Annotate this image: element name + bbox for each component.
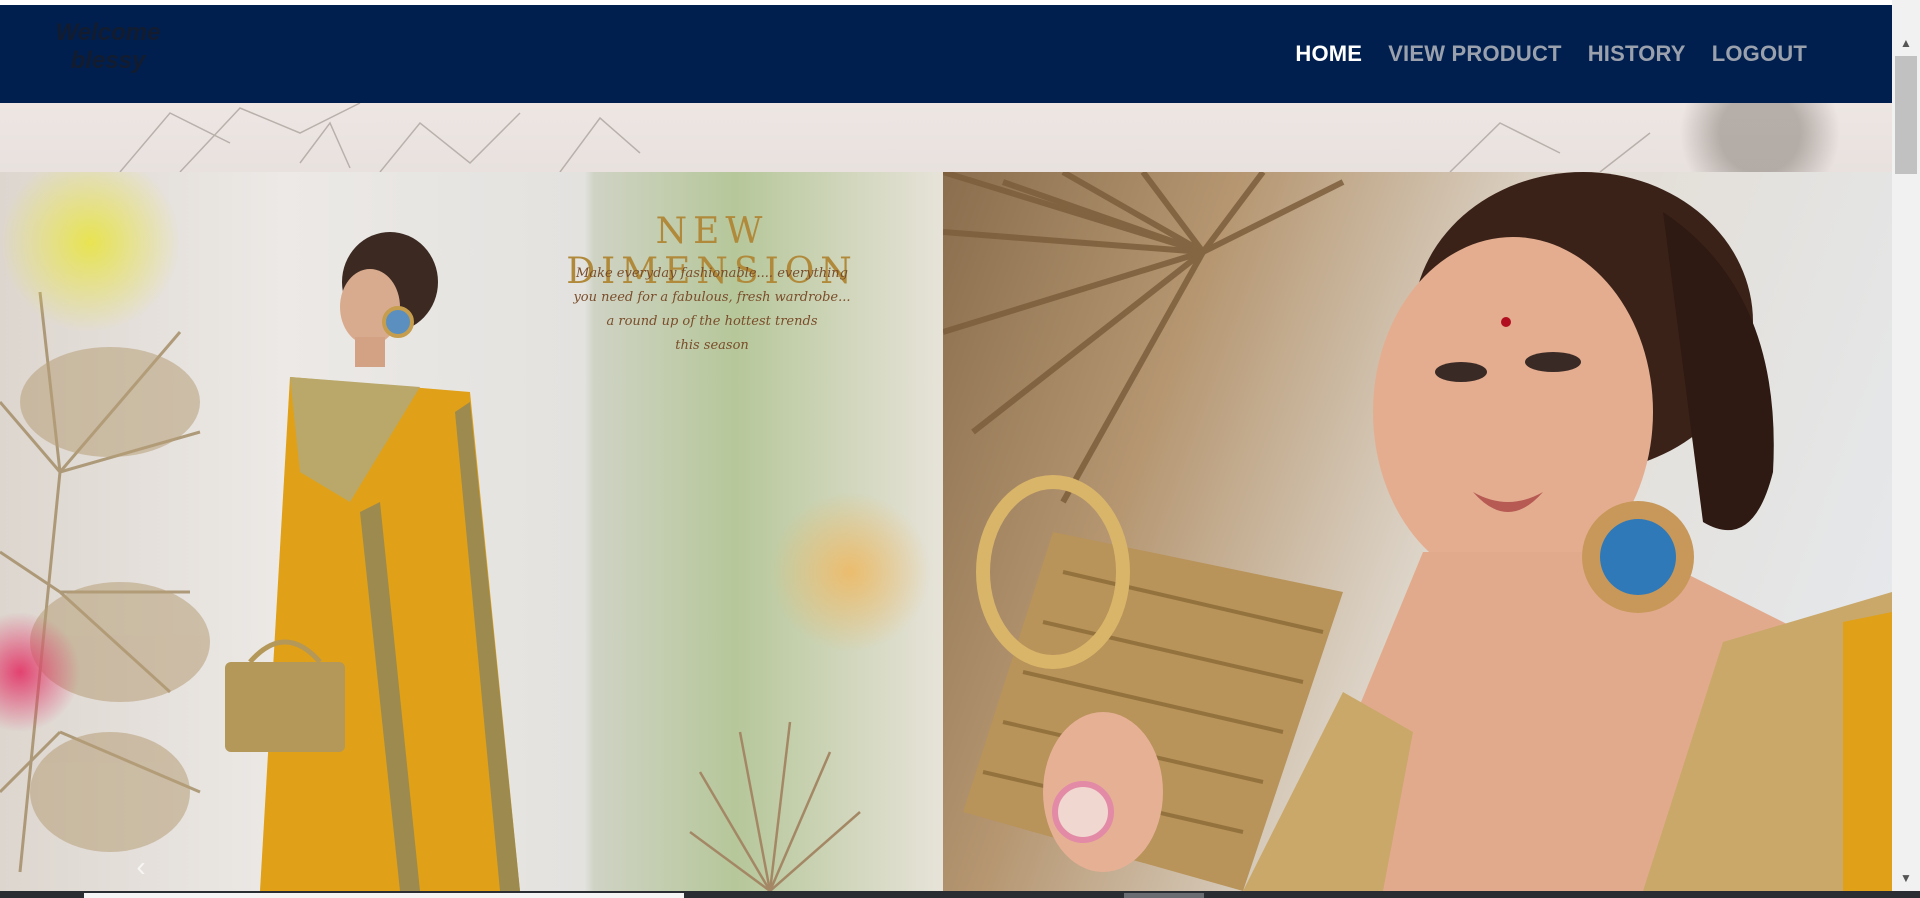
scrollbar-thumb[interactable]: [1895, 56, 1917, 174]
nav-link-history[interactable]: HISTORY: [1588, 41, 1686, 67]
tagline-line: Make everyday fashionable.... everything: [576, 266, 848, 281]
slide-right-image: [943, 172, 1892, 891]
scrollbar-thumb-horizontal[interactable]: [1124, 893, 1204, 898]
hero-tagline: Make everyday fashionable.... everything…: [552, 262, 872, 358]
welcome-message: Welcome blessy: [46, 19, 170, 75]
slide-left-image: NEW DIMENSION Make everyday fashionable.…: [0, 172, 943, 891]
hero-texture-band: [0, 103, 1892, 172]
triangle-up-icon[interactable]: ▲: [1892, 30, 1920, 56]
model-closeup-illustration: [943, 172, 1892, 891]
nav-menu: HOME VIEW PRODUCT HISTORY LOGOUT: [1295, 41, 1807, 67]
triangle-down-icon[interactable]: ▼: [1892, 865, 1920, 891]
hero-carousel: NEW DIMENSION Make everyday fashionable.…: [0, 103, 1892, 891]
dry-branches-graphic: [119, 103, 1651, 172]
scrollbar-track-segment: [84, 893, 684, 898]
welcome-username: blessy: [70, 47, 146, 74]
welcome-text: Welcome: [55, 19, 161, 46]
nav-link-view-product[interactable]: VIEW PRODUCT: [1388, 41, 1562, 67]
top-navbar: Welcome blessy HOME VIEW PRODUCT HISTORY…: [0, 5, 1892, 103]
nav-link-logout[interactable]: LOGOUT: [1712, 41, 1807, 67]
chevron-left-icon[interactable]: ‹: [126, 852, 156, 882]
tagline-line: you need for a fabulous, fresh wardrobe.…: [573, 290, 851, 305]
tagline-line: a round up of the hottest trends: [606, 314, 818, 329]
vertical-scrollbar[interactable]: ▲ ▼: [1892, 0, 1920, 891]
nav-link-home[interactable]: HOME: [1295, 41, 1362, 67]
horizontal-scrollbar[interactable]: [0, 891, 1920, 898]
tagline-line: this season: [675, 338, 749, 353]
page: Welcome blessy HOME VIEW PRODUCT HISTORY…: [0, 0, 1920, 898]
